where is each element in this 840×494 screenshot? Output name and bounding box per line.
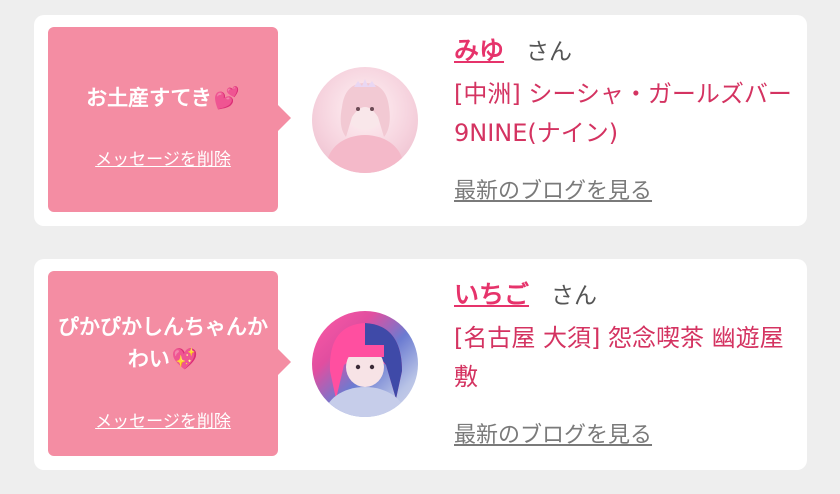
shop-name: [名古屋 大須] 怨念喫茶 幽遊屋敷: [454, 324, 784, 391]
honorific: さん: [526, 39, 573, 65]
cast-name-row: いちご さん: [454, 275, 597, 311]
message-text: ぴかぴかしんちゃんかわい💖: [48, 311, 278, 375]
latest-blog-link[interactable]: 最新のブログを見る: [454, 417, 652, 449]
shop-name: [中洲] シーシャ・ガールズバー 9NINE(ナイン): [454, 80, 792, 147]
cast-name-link[interactable]: みゆ: [454, 36, 504, 65]
two-hearts-icon: 💕: [213, 86, 240, 110]
message-bubble: ぴかぴかしんちゃんかわい💖 メッセージを削除: [48, 271, 291, 456]
message-card: お土産すてき💕 メッセージを削除 みゆ さん [中洲] シーシャ・ガールズバー 9…: [34, 15, 807, 226]
message-bubble: お土産すてき💕 メッセージを削除: [48, 27, 291, 212]
avatar[interactable]: [312, 67, 418, 173]
honorific: さん: [551, 283, 598, 309]
latest-blog-link[interactable]: 最新のブログを見る: [454, 173, 652, 205]
delete-message-link[interactable]: メッセージを削除: [48, 145, 278, 170]
sparkling-heart-icon: 💖: [171, 347, 199, 371]
message-card: ぴかぴかしんちゃんかわい💖 メッセージを削除 いちご さん [名古屋 大須] 怨念…: [34, 259, 807, 470]
message-text: お土産すてき💕: [48, 82, 278, 114]
delete-message-link[interactable]: メッセージを削除: [48, 407, 278, 432]
avatar[interactable]: [312, 311, 418, 417]
cast-name-link[interactable]: いちご: [454, 280, 529, 309]
cast-name-row: みゆ さん: [454, 31, 572, 67]
